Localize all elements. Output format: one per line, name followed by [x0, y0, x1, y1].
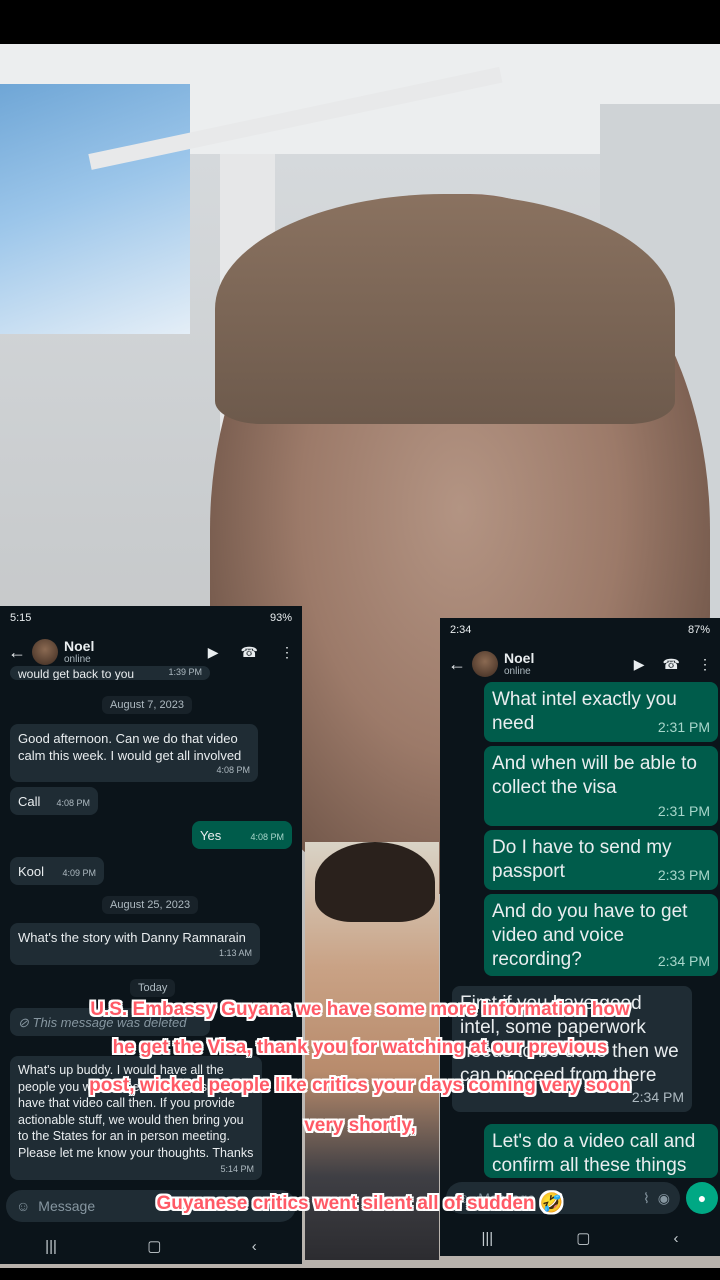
date-separator: August 7, 2023	[102, 696, 193, 714]
caption-line-1: U.S. Embassy Guyana we have some more in…	[90, 999, 630, 1020]
caption-line-4: very shortly,	[304, 1115, 416, 1136]
contact-name[interactable]: Noel	[504, 651, 534, 666]
battery-level: 93%	[269, 612, 292, 624]
home-icon[interactable]: ▢	[576, 1229, 590, 1247]
avatar[interactable]	[472, 651, 498, 677]
message-bubble[interactable]: Kool 4:09 PM	[10, 857, 104, 885]
status-time: 2:34	[450, 624, 472, 636]
battery-level: 87%	[687, 624, 710, 636]
date-separator: Today	[130, 979, 176, 997]
video-call-icon[interactable]: ▶	[634, 656, 645, 673]
back-arrow-icon[interactable]: ←	[8, 642, 26, 663]
caption-line-2: he get the Visa, thank you for watching …	[112, 1037, 608, 1058]
caption-line-3: post, wicked people like critics your da…	[89, 1075, 631, 1096]
phone-call-icon[interactable]: ☎	[663, 656, 680, 673]
status-bar: 5:15 93%	[0, 606, 302, 630]
android-nav-bar: ||| ▢ ‹	[0, 1228, 302, 1264]
message-bubble[interactable]: What's the story with Danny Ramnarain 1:…	[10, 923, 260, 965]
message-bubble[interactable]: Call 4:08 PM	[10, 787, 98, 815]
avatar[interactable]	[32, 639, 58, 665]
home-icon[interactable]: ▢	[147, 1237, 161, 1255]
recents-icon[interactable]: |||	[482, 1230, 494, 1247]
video-call-icon[interactable]: ▶	[208, 644, 219, 661]
status-time: 5:15	[10, 612, 32, 624]
woman-hair	[215, 194, 675, 424]
man-hair	[315, 842, 435, 922]
message-bubble[interactable]: would get back to you 1:39 PM	[10, 666, 210, 680]
date-separator: August 25, 2023	[102, 896, 199, 914]
status-bar: 2:34 87%	[440, 618, 720, 642]
recents-icon[interactable]: |||	[45, 1238, 57, 1255]
message-bubble[interactable]: Yes 4:08 PM	[192, 821, 292, 849]
left-chat-screenshot: 5:15 93% ← Noel online ▶ ☎ ⋮ would get b…	[0, 606, 302, 1264]
caption-line-5: Guyanese critics went silent all of sudd…	[156, 1193, 564, 1214]
sky-window	[0, 84, 190, 334]
right-chat-screenshot: 2:34 87% ← Noel online ▶ ☎ ⋮ What intel …	[440, 618, 720, 1256]
more-menu-icon[interactable]: ⋮	[698, 656, 712, 673]
back-arrow-icon[interactable]: ←	[448, 654, 466, 675]
back-nav-icon[interactable]: ‹	[252, 1238, 257, 1255]
more-menu-icon[interactable]: ⋮	[280, 644, 294, 661]
message-bubble[interactable]: And do you have to get video and voice r…	[484, 894, 718, 976]
phone-call-icon[interactable]: ☎	[241, 644, 258, 661]
message-bubble[interactable]: Good afternoon. Can we do that video cal…	[10, 724, 258, 782]
contact-name[interactable]: Noel	[64, 639, 94, 654]
message-bubble[interactable]: What intel exactly you need 2:31 PM	[484, 682, 718, 742]
chat-header: ← Noel online ▶ ☎ ⋮	[440, 642, 720, 686]
message-bubble[interactable]: Do I have to send my passport 2:33 PM	[484, 830, 718, 890]
message-bubble[interactable]: And when will be able to collect the vis…	[484, 746, 718, 826]
contact-status: online	[504, 666, 531, 677]
android-nav-bar: ||| ▢ ‹	[440, 1220, 720, 1256]
back-nav-icon[interactable]: ‹	[673, 1230, 678, 1247]
contact-status: online	[64, 654, 91, 665]
